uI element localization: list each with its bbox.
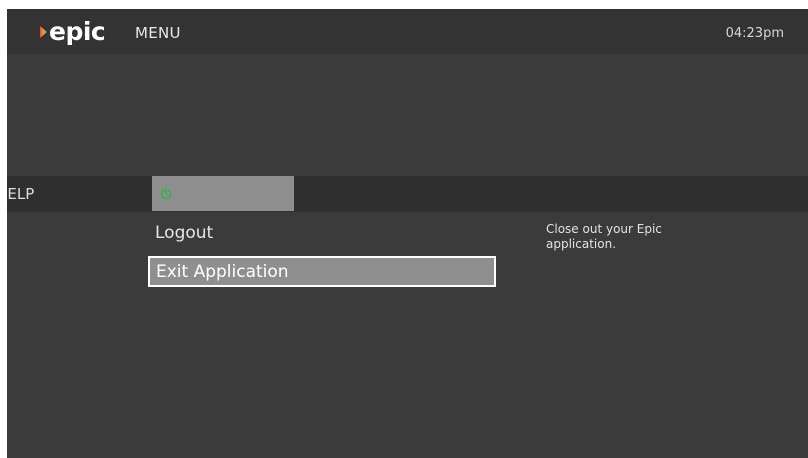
category-nav-bar: IELP bbox=[7, 176, 808, 212]
option-description: Close out your Epic application. bbox=[546, 222, 662, 251]
nav-item-help[interactable]: IELP bbox=[7, 185, 34, 203]
header-bar: epic MENU 04:23pm bbox=[7, 9, 808, 54]
power-icon bbox=[160, 187, 172, 199]
logo-text: epic bbox=[49, 17, 106, 46]
exit-application-option[interactable]: Exit Application bbox=[148, 256, 496, 287]
nav-item-power[interactable] bbox=[152, 176, 294, 211]
play-triangle-icon bbox=[40, 26, 47, 38]
app-screen: epic MENU 04:23pm IELP Logout Exit Appli… bbox=[7, 9, 808, 458]
page-title: MENU bbox=[135, 24, 181, 42]
epic-logo: epic bbox=[40, 15, 106, 49]
clock: 04:23pm bbox=[725, 26, 784, 41]
logout-option[interactable]: Logout bbox=[148, 219, 496, 250]
